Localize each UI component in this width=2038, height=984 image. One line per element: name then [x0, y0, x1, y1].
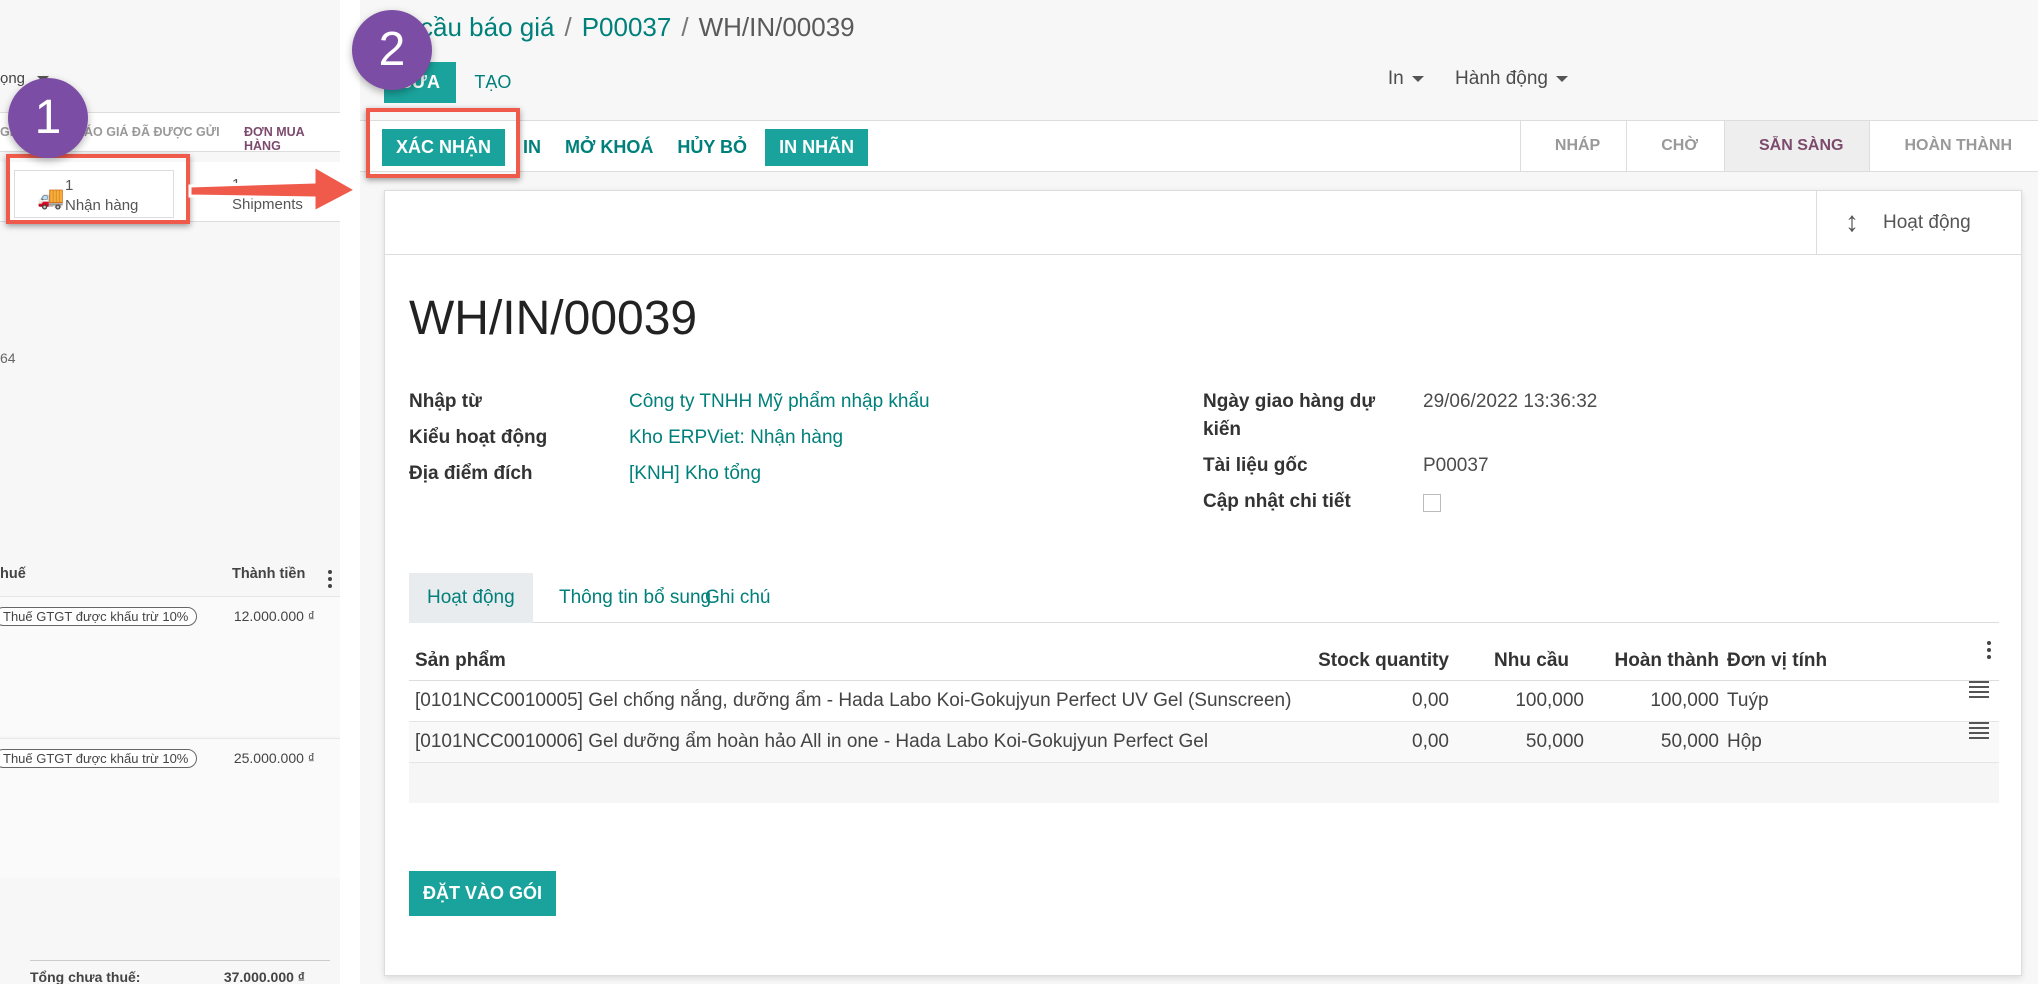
destination-link[interactable]: [KNH] Kho tổng: [629, 463, 761, 485]
stage-ready: SẴN SÀNG: [1724, 121, 1870, 171]
receipt-form-pane: cầu báo giá / P00037/WH/IN/00039 SỬA TẠO I…: [360, 0, 2038, 984]
scheduled-date-label-line2: kiến: [1203, 419, 1242, 440]
table-row[interactable]: [0101NCC0010006] Gel dưỡng ẩm hoàn hảo A…: [409, 722, 1999, 763]
notebook-tabs: Hoạt động Thông tin bổ sung Ghi chú: [409, 573, 1999, 623]
source-document-value: P00037: [1423, 455, 1489, 476]
create-button[interactable]: TẠO: [460, 62, 525, 103]
activity-button[interactable]: ↕ Hoạt động: [1816, 191, 2021, 255]
col-done[interactable]: Hoàn thành: [1579, 641, 1720, 681]
breadcrumb-order-link[interactable]: P00037: [582, 12, 672, 42]
order-line[interactable]: Thuế GTGT được khấu trừ 10% 12.000.000 ₫: [0, 596, 340, 736]
sheet-header: ↕ Hoạt động: [385, 191, 2021, 255]
detailed-operations-icon[interactable]: [1969, 681, 1989, 701]
breadcrumb-current: WH/IN/00039: [698, 12, 855, 42]
stage-done: HOÀN THÀNH: [1869, 121, 2038, 171]
partial-value: 64: [0, 350, 16, 366]
col-uom[interactable]: Đơn vị tính: [1727, 641, 1827, 681]
highlight-box-step2: [366, 108, 520, 178]
action-dropdown[interactable]: Hành động: [1455, 68, 1568, 89]
field-destination: Địa điểm đích [KNH] Kho tổng: [409, 463, 762, 485]
optional-columns-icon[interactable]: [1987, 641, 1991, 662]
field-operation-type: Kiểu hoạt động Kho ERPViet: Nhận hàng: [409, 427, 844, 449]
form-sheet: ↕ Hoạt động WH/IN/00039 Nhập từ Công ty …: [384, 190, 2022, 976]
column-options-icon[interactable]: [328, 570, 332, 591]
table-header: Sản phẩm Stock quantity Nhu cầu Hoàn thà…: [409, 641, 1999, 681]
print-dropdown[interactable]: In: [1388, 68, 1424, 89]
source-document-label: Tài liệu gốc: [1203, 455, 1308, 476]
caret-down-icon: [1556, 75, 1568, 82]
highlight-box-step1: [6, 154, 190, 224]
field-partner: Nhập từ Công ty TNHH Mỹ phẩm nhập khẩu: [409, 391, 930, 413]
breadcrumb-rfq-link[interactable]: cầu báo giá: [420, 12, 554, 42]
scheduled-date-label: Ngày giao hàng dự: [1203, 391, 1376, 412]
pointer-arrow: [188, 163, 360, 215]
breadcrumb: cầu báo giá / P00037/WH/IN/00039: [420, 12, 855, 42]
toolbar-dropdowns: In Hành động: [1388, 68, 1568, 90]
operation-type-link[interactable]: Kho ERPViet: Nhận hàng: [629, 427, 843, 449]
line-amount: 25.000.000 ₫: [233, 750, 315, 766]
document-title: WH/IN/00039: [409, 292, 698, 345]
col-product[interactable]: Sản phẩm: [415, 641, 506, 681]
form-fields: Nhập từ Công ty TNHH Mỹ phẩm nhập khẩu K…: [409, 391, 1969, 512]
status-stage-purchase-order: ĐƠN MUA HÀNG: [244, 125, 305, 153]
partner-link[interactable]: Công ty TNHH Mỹ phẩm nhập khẩu: [629, 391, 930, 413]
put-in-pack-button[interactable]: ĐẶT VÀO GÓI: [409, 871, 557, 916]
col-demand[interactable]: Nhu cầu: [1469, 641, 1569, 681]
line-amount: 12.000.000 ₫: [233, 608, 315, 624]
stage-waiting: CHỜ: [1626, 121, 1724, 171]
operations-table: Sản phẩm Stock quantity Nhu cầu Hoàn thà…: [409, 641, 1999, 803]
tab-operations[interactable]: Hoạt động: [409, 573, 533, 623]
detailed-operations-label: Cập nhật chi tiết: [1203, 491, 1351, 512]
step-1-badge: 1: [8, 78, 88, 158]
stage-indicator: NHÁP CHỜ SẴN SÀNG HOÀN THÀNH: [1519, 121, 2038, 171]
step-2-badge: 2: [352, 10, 432, 90]
tax-tag: Thuế GTGT được khấu trừ 10%: [0, 749, 198, 768]
statusbar: XÁC NHẬN IN MỞ KHOÁ HỦY BỎ IN NHÃN NHÁP CHỜ …: [360, 120, 2038, 172]
updown-arrow-icon: ↕: [1845, 206, 1859, 237]
status-stage-rfq-sent: ÁO GIÁ ĐÃ ĐƯỢC GỬI: [84, 125, 220, 139]
cancel-button[interactable]: HỦY BỎ: [665, 129, 759, 166]
detailed-operations-icon[interactable]: [1969, 722, 1989, 742]
tab-notes[interactable]: Ghi chú: [687, 573, 788, 623]
scheduled-date-value: 29/06/2022 13:36:32: [1423, 391, 1598, 412]
col-total-header: Thành tiền: [232, 566, 306, 582]
arrow-shape: [188, 163, 360, 215]
caret-down-icon: [1411, 75, 1424, 82]
unlock-button[interactable]: MỞ KHOÁ: [553, 129, 665, 166]
tax-tag: Thuế GTGT được khấu trừ 10%: [0, 607, 198, 626]
empty-table-row: [409, 763, 1999, 803]
order-line[interactable]: Thuế GTGT được khấu trừ 10% 25.000.000 ₫: [0, 738, 340, 878]
col-stock-quantity[interactable]: Stock quantity: [1309, 641, 1449, 681]
subtotal: Tổng chưa thuế: 37.000.000 ₫: [30, 960, 330, 984]
stage-draft: NHÁP: [1519, 121, 1627, 171]
detailed-operations-checkbox[interactable]: [1423, 494, 1441, 512]
print-labels-button[interactable]: IN NHÃN: [765, 129, 869, 166]
table-row[interactable]: [0101NCC0010005] Gel chống nắng, dưỡng ẩ…: [409, 681, 1999, 722]
col-tax-header: huế: [0, 566, 26, 582]
